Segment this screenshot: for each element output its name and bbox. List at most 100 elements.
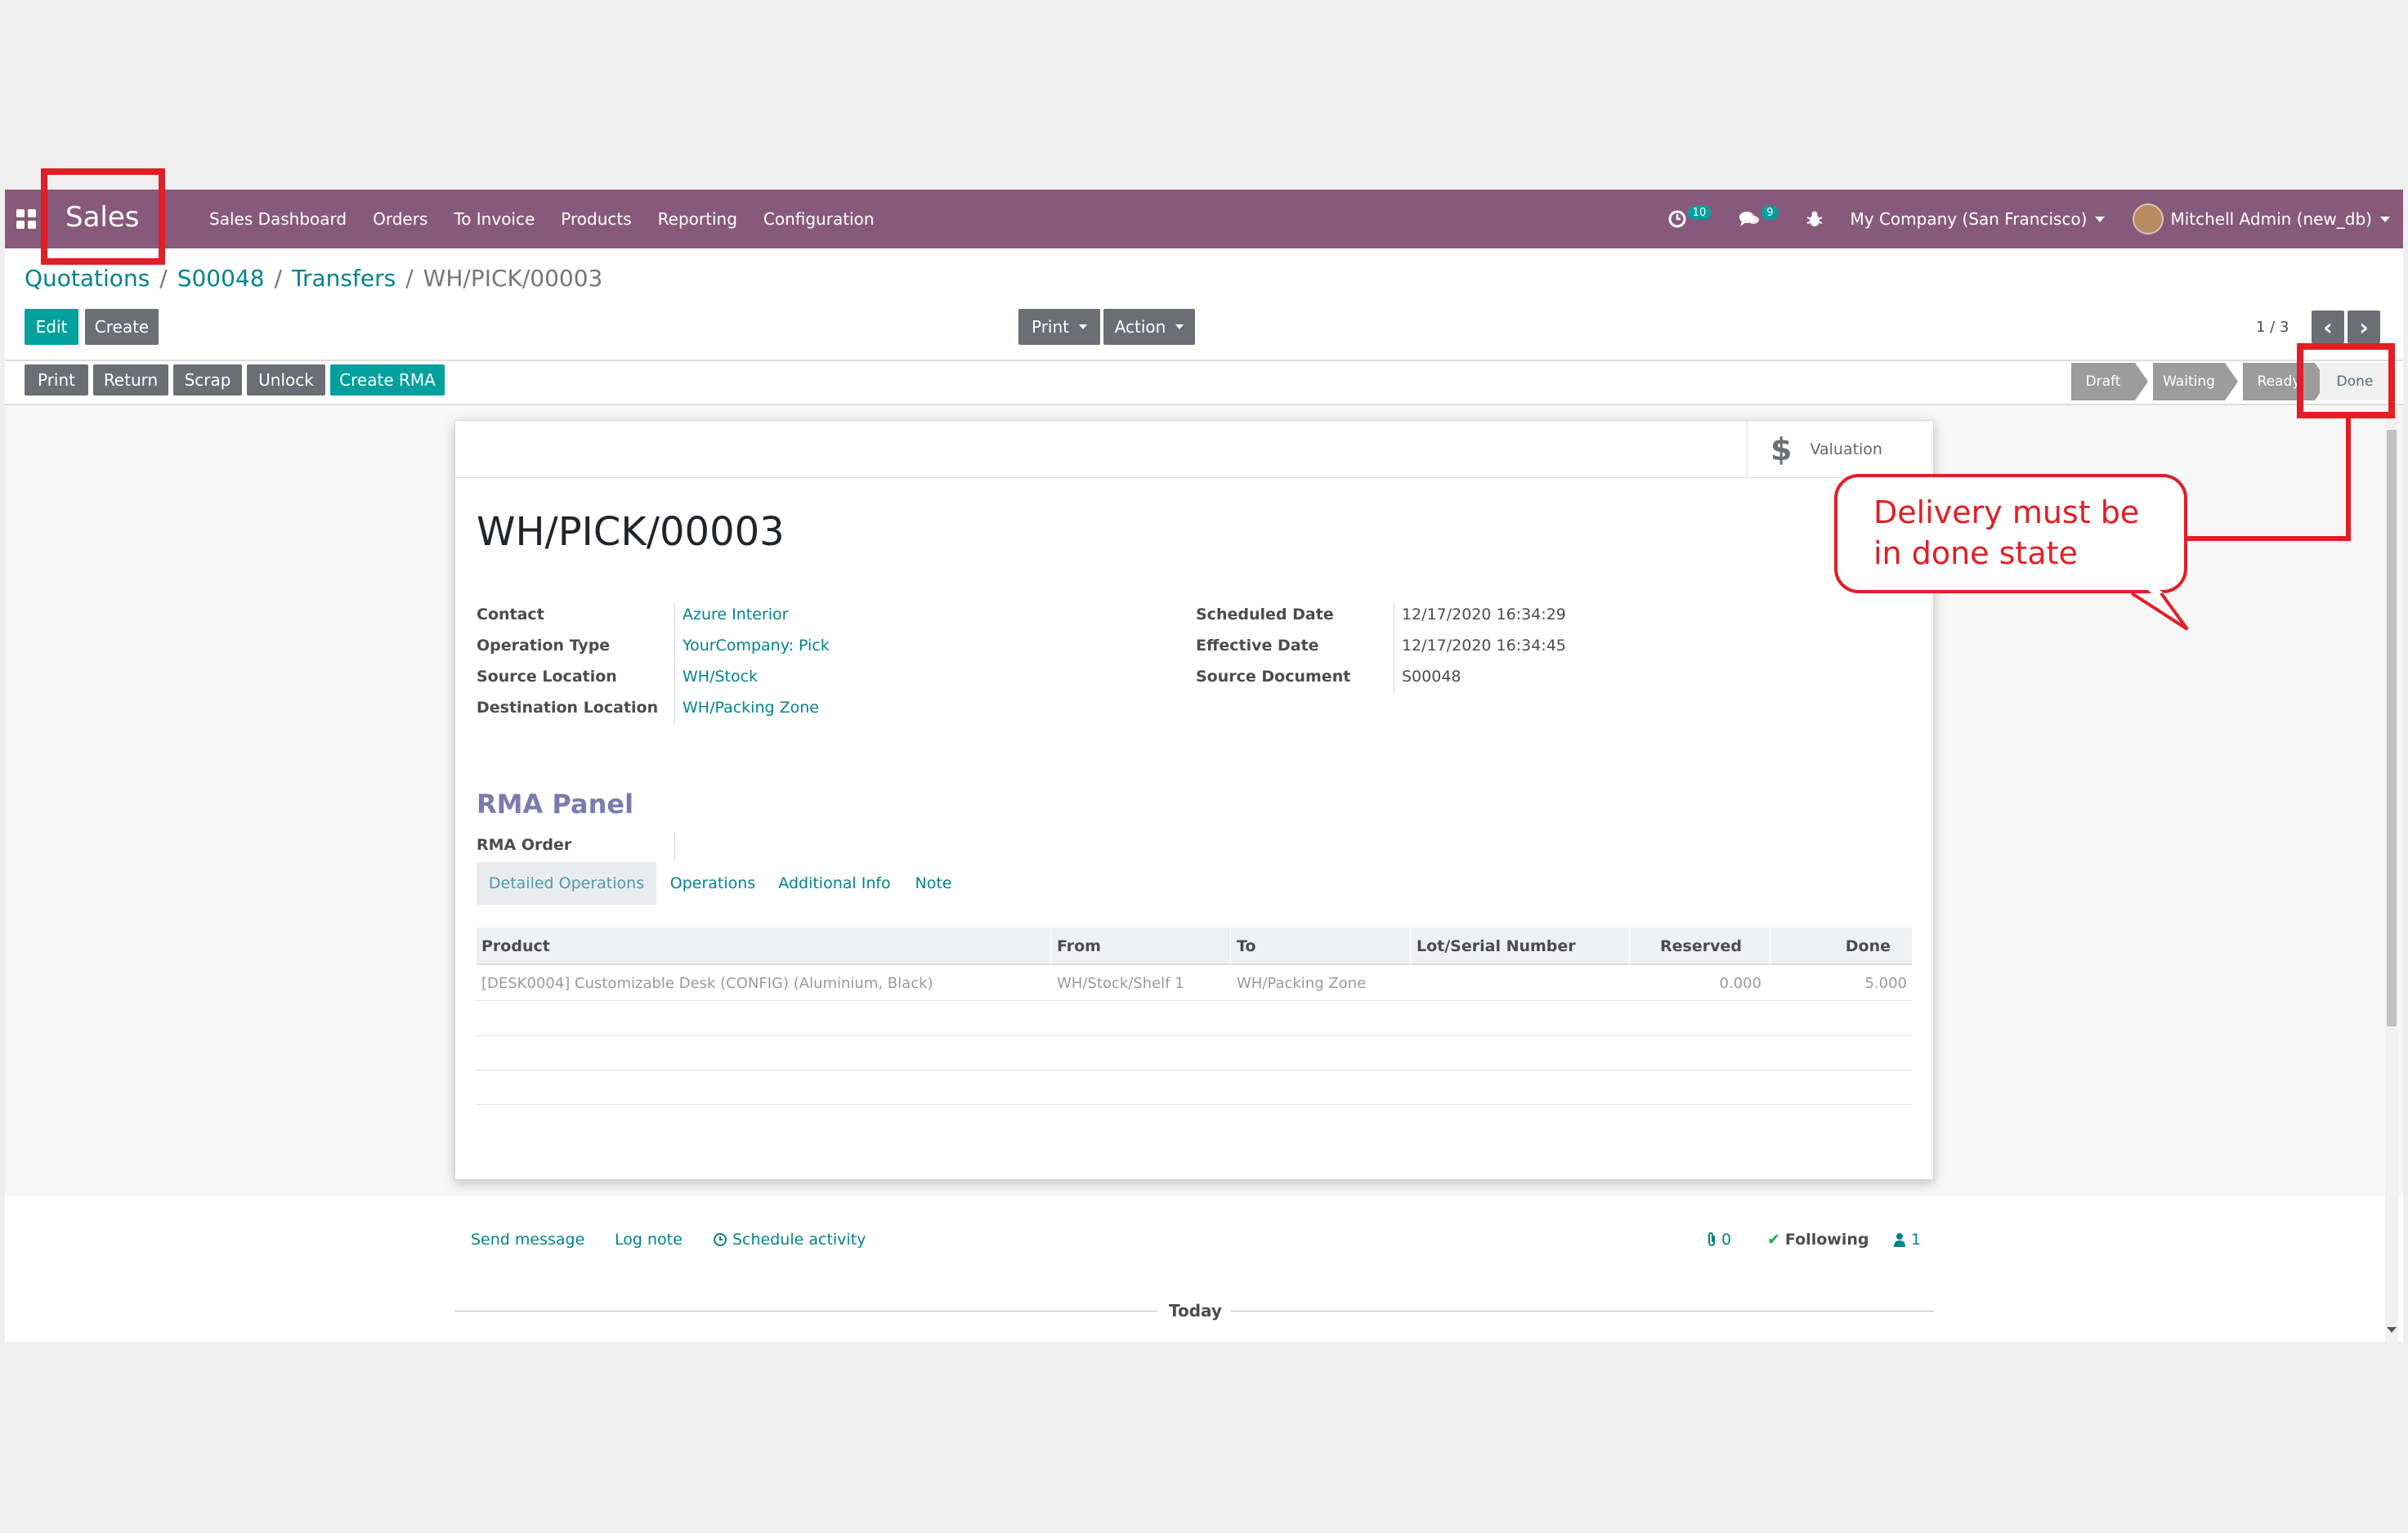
field-divider [674,833,675,860]
pager-value[interactable]: 1 / 3 [2256,319,2289,336]
breadcrumb-separator: / [274,265,283,292]
create-rma-button[interactable]: Create RMA [330,364,445,396]
empty-row-line [477,1035,1912,1036]
column-product[interactable]: Product [481,937,550,955]
breadcrumb: Quotations / S00048 / Transfers / WH/PIC… [25,265,602,292]
breadcrumb-order[interactable]: S00048 [177,265,265,292]
log-note-button[interactable]: Log note [615,1231,683,1249]
activity-menu[interactable]: 10 [1668,205,1712,228]
tab-note[interactable]: Note [905,862,962,905]
menu-sales-dashboard[interactable]: Sales Dashboard [209,209,347,229]
cell-from: WH/Stock/Shelf 1 [1057,975,1184,992]
attachments-button[interactable]: 0 [1705,1231,1731,1249]
valuation-button[interactable]: $ Valuation [1747,421,1933,478]
rma-panel-title: RMA Panel [477,789,634,820]
status-arrow [2135,363,2148,400]
source-location-value[interactable]: WH/Stock [683,668,758,686]
status-arrow [2225,363,2238,400]
scrollbar-thumb[interactable] [2387,430,2397,1026]
followers-button[interactable]: 1 [1893,1231,1921,1249]
create-button[interactable]: Create [85,309,159,345]
column-from[interactable]: From [1057,937,1101,955]
column-reserved[interactable]: Reserved [1660,937,1742,955]
edit-button[interactable]: Edit [25,309,78,345]
paperclip-icon [1708,1232,1715,1246]
user-menu[interactable]: Mitchell Admin (new_db) [2133,203,2390,235]
avatar [2133,203,2164,235]
apps-menu-icon[interactable] [16,209,36,229]
caret-down-icon [1079,324,1087,329]
chatter: Send message Log note Schedule activity … [5,1196,2403,1342]
destination-location-label: Destination Location [477,699,659,717]
tab-operations[interactable]: Operations [661,862,764,905]
caret-down-icon [2095,216,2106,222]
send-message-button[interactable]: Send message [471,1231,584,1249]
source-location-label: Source Location [477,668,617,686]
column-to[interactable]: To [1237,937,1256,955]
column-lot-serial[interactable]: Lot/Serial Number [1417,937,1576,955]
status-waiting[interactable]: Waiting [2153,363,2225,400]
divider [454,1311,1157,1312]
column-done[interactable]: Done [1846,937,1891,955]
menu-to-invoice[interactable]: To Invoice [454,209,535,229]
clock-icon [714,1233,727,1246]
empty-row-line [477,1104,1912,1105]
scheduled-date-label: Scheduled Date [1196,606,1334,623]
menu-orders[interactable]: Orders [373,209,427,229]
cell-reserved: 0.000 [1719,975,1761,992]
chat-bubbles-icon [1739,212,1760,226]
operation-type-value[interactable]: YourCompany: Pick [683,637,830,655]
sales-highlight-box [41,168,165,265]
scrollbar[interactable] [2385,405,2398,1342]
contact-value[interactable]: Azure Interior [683,606,788,623]
breadcrumb-transfers[interactable]: Transfers [292,265,396,292]
menu-configuration[interactable]: Configuration [763,209,875,229]
action-dropdown[interactable]: Action [1103,309,1195,345]
schedule-activity-button[interactable]: Schedule activity [713,1231,866,1249]
debug-menu[interactable] [1806,210,1823,228]
contact-label: Contact [477,606,544,623]
status-draft[interactable]: Draft [2071,363,2135,400]
destination-location-value[interactable]: WH/Packing Zone [683,699,819,717]
column-separator [1629,927,1630,965]
breadcrumb-separator: / [159,265,168,292]
divider [1231,1311,1934,1312]
menu-products[interactable]: Products [561,209,631,229]
unlock-button[interactable]: Unlock [247,364,325,396]
following-label: Following [1784,1231,1869,1249]
tab-detailed-operations[interactable]: Detailed Operations [477,862,656,905]
field-divider [674,602,675,725]
menu-reporting[interactable]: Reporting [658,209,737,229]
messaging-menu[interactable]: 9 [1739,205,1779,228]
following-button[interactable]: ✔ Following [1767,1231,1869,1249]
navbar-systray: 10 9 My Company (San Francisco) Mitchell… [1640,190,2390,248]
company-switcher[interactable]: My Company (San Francisco) [1851,209,2106,229]
annotation-connector [2346,412,2351,541]
operation-type-label: Operation Type [477,637,611,655]
valuation-label: Valuation [1810,440,1882,458]
column-separator [1050,927,1051,965]
scroll-down-arrow-icon[interactable] [2387,1327,2397,1333]
schedule-activity-label: Schedule activity [732,1231,866,1249]
divider [5,360,2403,361]
print-dropdown[interactable]: Print [1018,309,1100,345]
effective-date-value: 12/17/2020 16:34:45 [1402,637,1566,655]
caret-down-icon [1175,324,1184,329]
action-dropdown-label: Action [1114,317,1166,337]
table-header: Product From To Lot/Serial Number Reserv… [477,927,1912,965]
source-document-value: S00048 [1402,668,1461,686]
print-button[interactable]: Print [25,364,88,396]
tab-additional-info[interactable]: Additional Info [769,862,900,905]
cell-done: 5.000 [1864,975,1907,992]
column-separator [1410,927,1411,965]
scrap-button[interactable]: Scrap [173,364,242,396]
pager-next-button[interactable]: › [2348,311,2380,343]
breadcrumb-current: WH/PICK/00003 [423,265,603,292]
return-button[interactable]: Return [93,364,168,396]
breadcrumb-quotations[interactable]: Quotations [25,265,150,292]
caret-down-icon [2380,216,2390,222]
pager-previous-button[interactable]: ‹ [2312,311,2344,343]
source-document-label: Source Document [1196,668,1351,686]
table-row[interactable]: [DESK0004] Customizable Desk (CONFIG) (A… [477,965,1912,1001]
callout-tail-icon [2128,570,2189,631]
